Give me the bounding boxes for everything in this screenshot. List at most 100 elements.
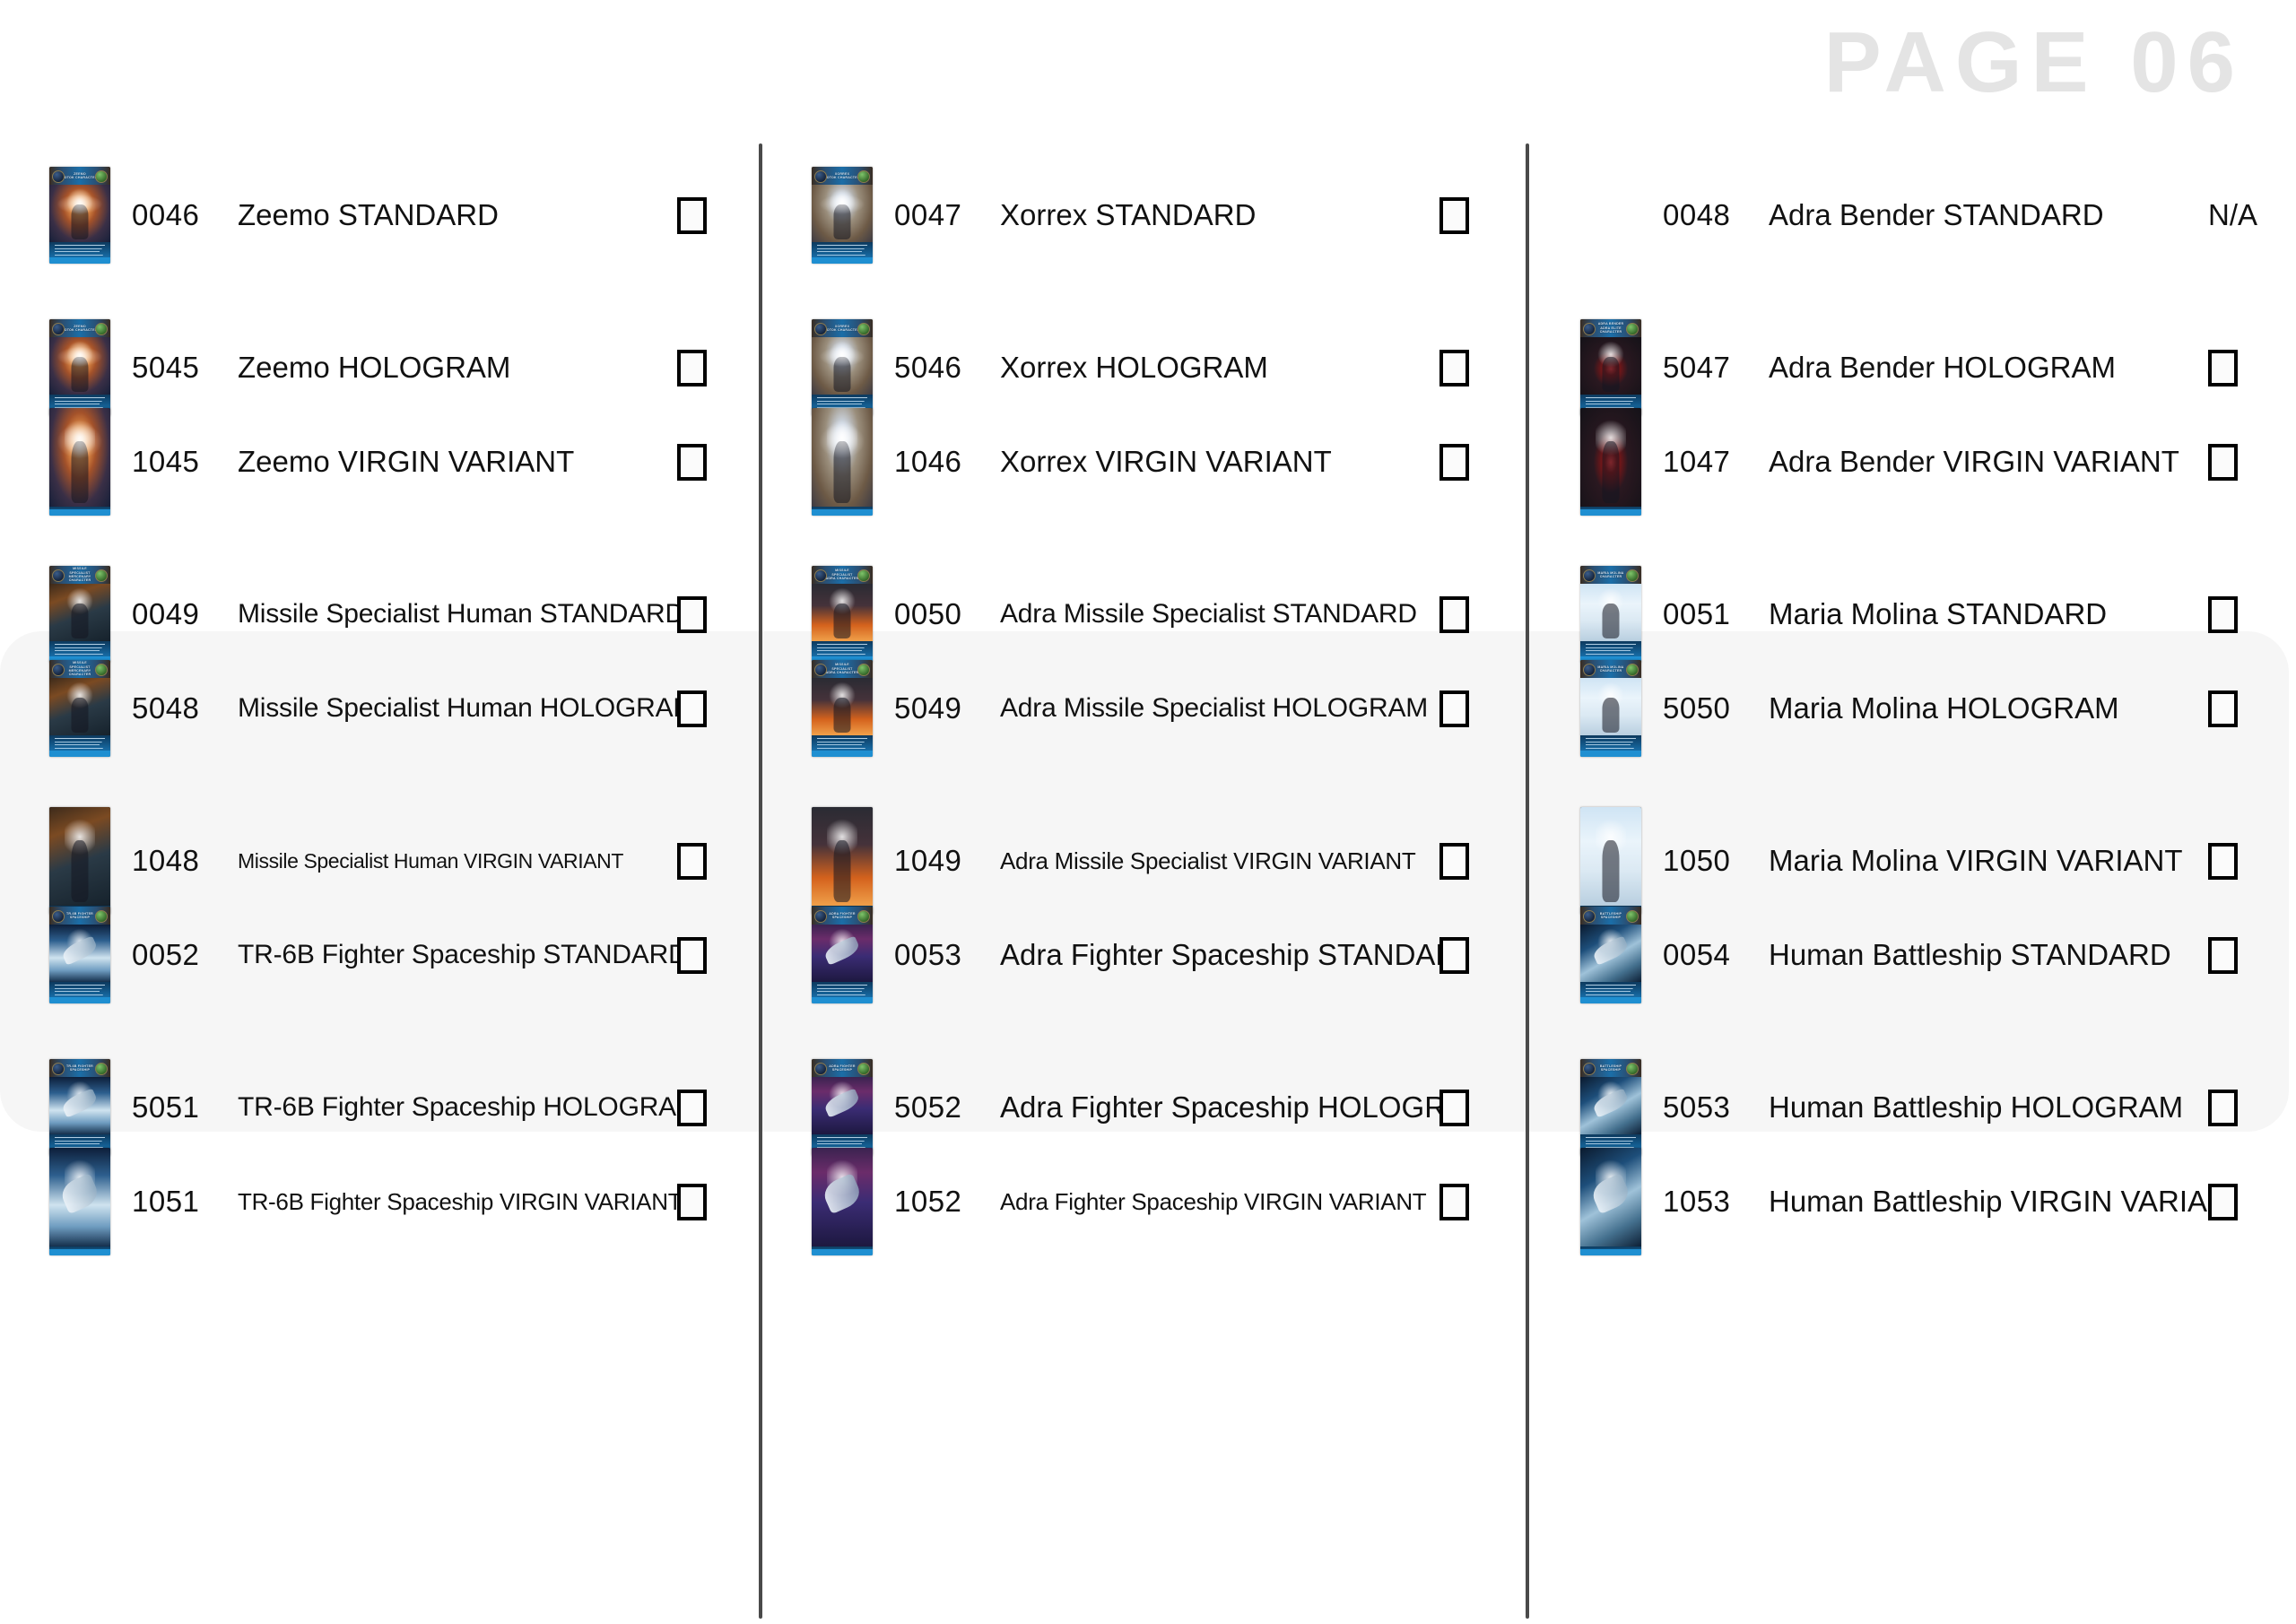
faction-badge-icon bbox=[1626, 910, 1639, 923]
rarity-badge-icon bbox=[1583, 323, 1596, 335]
card-footer bbox=[812, 507, 873, 516]
card-footer-band bbox=[49, 751, 110, 757]
faction-badge-icon bbox=[857, 569, 870, 582]
card-header-title: MISSILE SPECIALIST ADRA CHARACTER bbox=[825, 663, 859, 675]
card-footer bbox=[49, 982, 110, 1003]
card-name-label: TR-6B Fighter Spaceship HOLOGRAM bbox=[238, 1092, 677, 1122]
card-name-label: Human Battleship VIRGIN VARIANT bbox=[1769, 1185, 2208, 1218]
owned-checkbox[interactable] bbox=[1439, 1183, 1469, 1220]
card-thumbnail: ZEEMO TOTOK CHARACTER bbox=[49, 167, 110, 264]
status-slot bbox=[2208, 1183, 2262, 1220]
faction-badge-icon bbox=[95, 569, 108, 582]
checklist-row: ZEEMO TOTOK CHARACTER 0046 Zeemo STANDARD bbox=[49, 135, 731, 296]
card-number: 5053 bbox=[1663, 1090, 1731, 1124]
checklist-row: MISSILE SPECIALIST ADRA CHARACTER 5049 Adr… bbox=[812, 628, 1493, 789]
status-slot: N/A bbox=[2208, 198, 2262, 232]
card-name-label: TR-6B Fighter Spaceship VIRGIN VARIANT bbox=[238, 1187, 677, 1215]
card-thumbnail: MISSILE SPECIALIST ADRA CHARACTER bbox=[812, 660, 873, 757]
card-name-label: Zeemo HOLOGRAM bbox=[238, 351, 511, 384]
rarity-badge-icon bbox=[814, 569, 827, 582]
card-name-label: Adra Bender HOLOGRAM bbox=[1769, 351, 2116, 384]
card-footer bbox=[49, 507, 110, 516]
checklist-row: 1052 Adra Fighter Spaceship VIRGIN VARIAN… bbox=[812, 1121, 1493, 1282]
rarity-badge-icon bbox=[52, 1063, 65, 1075]
card-name-label: Xorrex HOLOGRAM bbox=[1000, 351, 1268, 384]
checklist-row: MARIA MOLINA CHARACTER 5050 Maria Molina H… bbox=[1580, 628, 2262, 789]
card-footer bbox=[1580, 1246, 1641, 1255]
card-footer bbox=[1580, 982, 1641, 1003]
card-artwork bbox=[49, 408, 110, 507]
card-footer bbox=[812, 242, 873, 264]
card-footer bbox=[49, 242, 110, 264]
card-header-title: MISSILE SPECIALIST MERCENARY CHARACTER bbox=[68, 661, 91, 677]
not-available-label: N/A bbox=[2208, 198, 2258, 231]
card-header: MISSILE SPECIALIST MERCENARY CHARACTER bbox=[49, 566, 110, 584]
owned-checkbox[interactable] bbox=[1439, 690, 1469, 727]
checklist-row: 1045 Zeemo VIRGIN VARIANT bbox=[49, 381, 731, 543]
card-name-label: Missile Specialist Human STANDARD bbox=[238, 599, 677, 629]
artwork-figure bbox=[1602, 441, 1620, 503]
card-footer bbox=[1580, 735, 1641, 757]
card-header-title: BATTLESHIP SPACESHIP bbox=[1599, 1064, 1622, 1072]
faction-badge-icon bbox=[95, 664, 108, 676]
card-header-title: BATTLESHIP SPACESHIP bbox=[1599, 911, 1622, 919]
card-ability-text bbox=[55, 985, 105, 997]
status-slot bbox=[1439, 443, 1493, 481]
card-ability-text bbox=[817, 245, 867, 257]
card-footer-band bbox=[49, 257, 110, 264]
status-slot bbox=[2208, 443, 2262, 481]
card-thumbnail: ADRA FIGHTER SPACESHIP bbox=[812, 907, 873, 1003]
checklist-row: ADRA FIGHTER SPACESHIP 0053 Adra Fighter S… bbox=[812, 874, 1493, 1036]
card-thumbnail-slot bbox=[1580, 381, 1663, 543]
status-slot bbox=[677, 443, 731, 481]
card-footer-band bbox=[812, 509, 873, 516]
card-footer-band bbox=[1580, 997, 1641, 1003]
faction-badge-icon bbox=[95, 170, 108, 183]
card-header: XORREX TOTOK CHARACTER bbox=[812, 167, 873, 185]
status-slot bbox=[677, 936, 731, 974]
rarity-badge-icon bbox=[52, 170, 65, 183]
card-name-label: TR-6B Fighter Spaceship STANDARD bbox=[238, 940, 677, 969]
card-number: 0052 bbox=[132, 938, 200, 971]
owned-checkbox[interactable] bbox=[2208, 1183, 2238, 1220]
card-header: MISSILE SPECIALIST ADRA CHARACTER bbox=[812, 660, 873, 678]
owned-checkbox[interactable] bbox=[677, 690, 707, 727]
card-name-label: Adra Missile Specialist VIRGIN VARIANT bbox=[1000, 847, 1416, 874]
card-header: ZEEMO TOTOK CHARACTER bbox=[49, 167, 110, 185]
owned-checkbox[interactable] bbox=[677, 936, 707, 974]
card-number: 5049 bbox=[894, 691, 962, 725]
owned-checkbox[interactable] bbox=[2208, 936, 2238, 974]
card-name-label: Xorrex VIRGIN VARIANT bbox=[1000, 445, 1332, 478]
owned-checkbox[interactable] bbox=[1439, 443, 1469, 481]
card-name-label: Adra Bender STANDARD bbox=[1769, 198, 2104, 231]
status-slot bbox=[1439, 196, 1493, 234]
owned-checkbox[interactable] bbox=[677, 443, 707, 481]
card-number: 1048 bbox=[132, 844, 200, 877]
card-name-label: Maria Molina HOLOGRAM bbox=[1769, 691, 2119, 725]
card-name-label: Adra Missile Specialist HOLOGRAM bbox=[1000, 693, 1429, 723]
card-artwork bbox=[812, 408, 873, 507]
card-thumbnail-slot: XORREX TOTOK CHARACTER bbox=[812, 135, 894, 296]
card-header-title: TR-6B FIGHTER SPACESHIP bbox=[66, 1064, 93, 1072]
artwork-wings bbox=[815, 344, 869, 369]
status-slot bbox=[677, 196, 731, 234]
checklist-row: 1053 Human Battleship VIRGIN VARIANT bbox=[1580, 1121, 2262, 1282]
card-header: MISSILE SPECIALIST ADRA CHARACTER bbox=[812, 566, 873, 584]
card-number: 1052 bbox=[894, 1185, 962, 1218]
card-ability-text bbox=[817, 985, 867, 997]
owned-checkbox[interactable] bbox=[2208, 443, 2238, 481]
owned-checkbox[interactable] bbox=[677, 1183, 707, 1220]
faction-badge-icon bbox=[1626, 569, 1639, 582]
owned-checkbox[interactable] bbox=[2208, 690, 2238, 727]
card-ability-text bbox=[1586, 738, 1636, 751]
owned-checkbox[interactable] bbox=[677, 196, 707, 234]
card-header: ZEEMO TOTOK CHARACTER bbox=[49, 319, 110, 337]
card-number: 0049 bbox=[132, 597, 200, 630]
checklist-row: MISSILE SPECIALIST MERCENARY CHARACTER 50… bbox=[49, 628, 731, 789]
card-thumbnail bbox=[49, 1148, 110, 1255]
owned-checkbox[interactable] bbox=[1439, 936, 1469, 974]
card-number: 0046 bbox=[132, 198, 200, 231]
card-number: 5046 bbox=[894, 351, 962, 384]
owned-checkbox[interactable] bbox=[1439, 196, 1469, 234]
faction-badge-icon bbox=[857, 170, 870, 183]
